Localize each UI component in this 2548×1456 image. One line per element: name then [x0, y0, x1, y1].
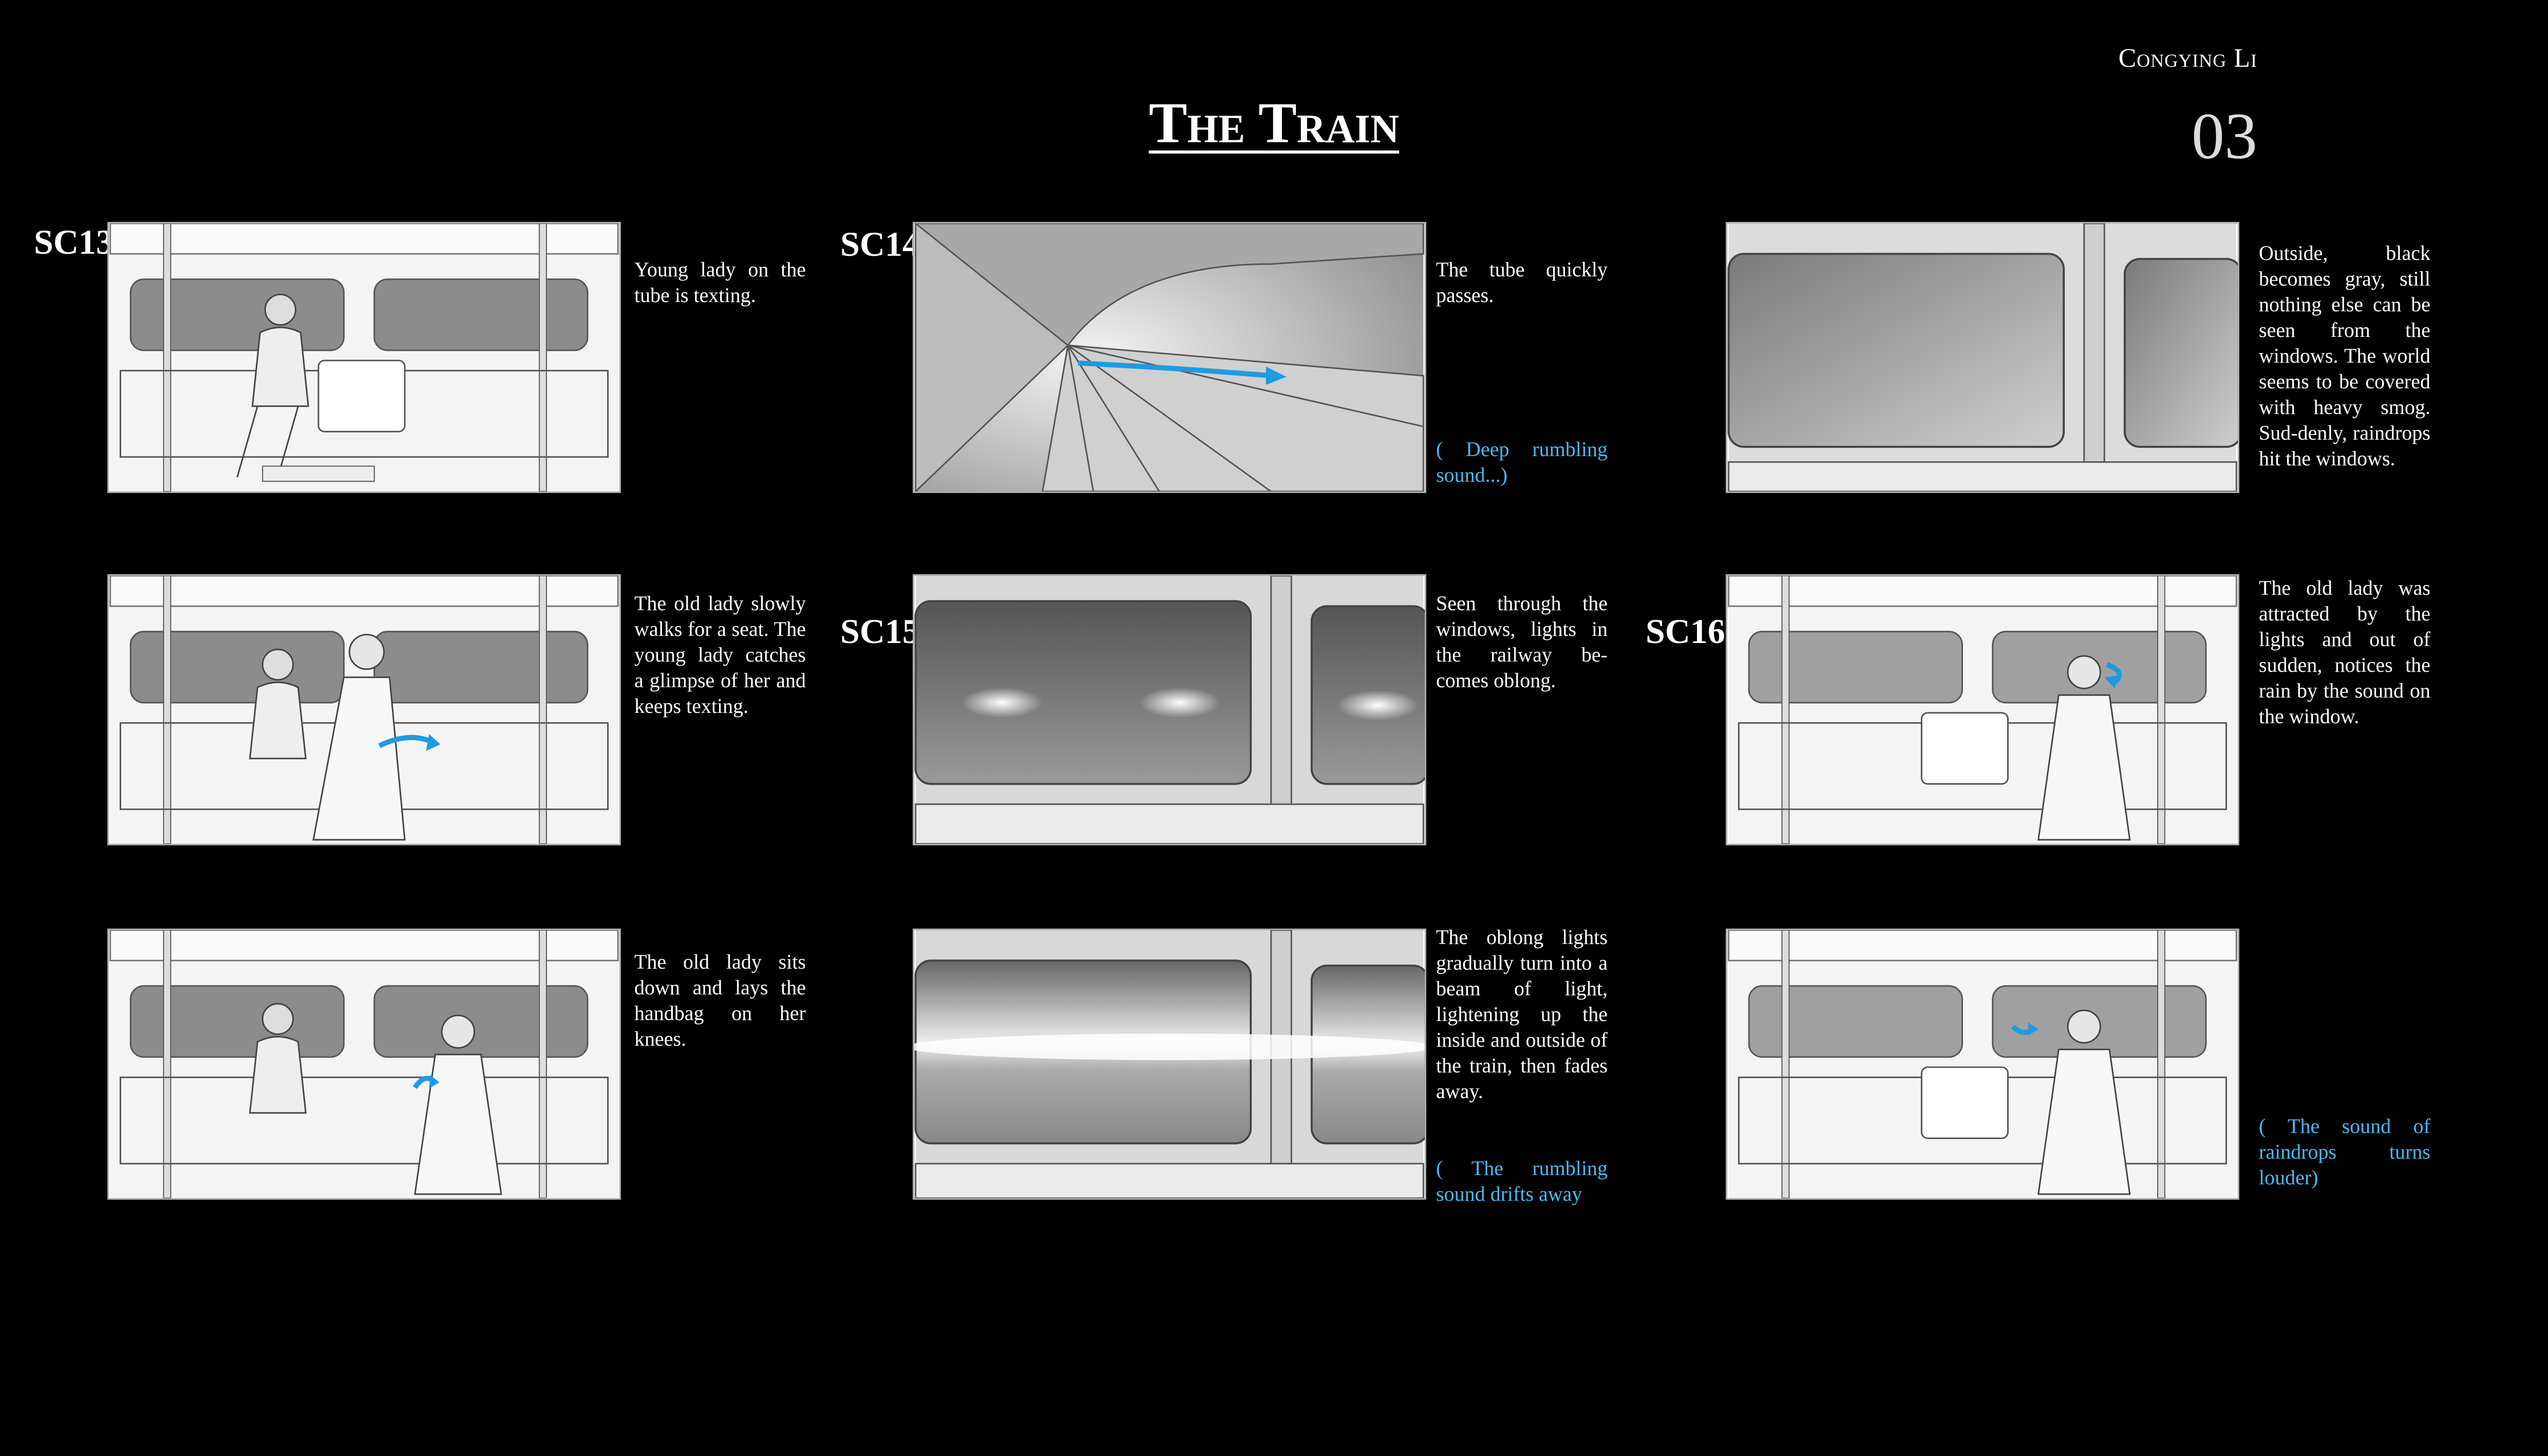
author-name: Congying Li [2118, 44, 2257, 73]
storyboard-panel-8 [1726, 574, 2239, 845]
sound-note-panel-9: ( The sound of raindrops turns louder) [2259, 1114, 2430, 1189]
scene-label-sc13: SC13 [34, 222, 114, 261]
page-number: 03 [2192, 100, 2257, 173]
caption-panel-7: Outside, black becomes gray, still nothi… [2259, 241, 2430, 470]
caption-panel-5: Seen through the windows, lights in the … [1436, 592, 1608, 692]
page-title: The Train [1148, 91, 1400, 155]
storyboard-panel-9 [1726, 929, 2239, 1200]
storyboard-panel-7 [1726, 222, 2239, 493]
caption-panel-1: Young lady on the tube is texting. [634, 258, 806, 307]
foggy-window-sketch [1727, 223, 2238, 491]
train-interior-sketch [1728, 576, 2237, 844]
caption-panel-6: The oblong lights gradually turn into a … [1436, 925, 1608, 1103]
train-interior-sketch [109, 223, 619, 491]
scene-label-sc14: SC14 [840, 224, 920, 263]
storyboard-panel-1 [107, 222, 621, 493]
storyboard-panel-6 [913, 929, 1426, 1200]
sound-note-panel-4: ( Deep rumbling sound...) [1436, 438, 1608, 486]
train-interior-sketch [109, 930, 619, 1198]
scene-label-sc16: SC16 [1646, 612, 1725, 651]
storyboard-panel-5 [913, 574, 1426, 845]
sound-note-panel-6: ( The rumbling sound drifts away [1436, 1157, 1608, 1205]
storyboard-panel-2 [107, 574, 621, 845]
caption-panel-2: The old lady slowly walks for a seat. Th… [634, 592, 806, 717]
train-interior-sketch [1728, 930, 2237, 1198]
caption-panel-8: The old lady was attracted by the lights… [2259, 576, 2430, 728]
scene-label-sc15: SC15 [840, 612, 920, 651]
tunnel-sketch [914, 223, 1424, 491]
light-beam-sketch [914, 930, 1425, 1198]
caption-panel-3: The old lady sits down and lays the hand… [634, 950, 806, 1050]
storyboard-panel-3 [107, 929, 621, 1200]
window-lights-sketch [914, 576, 1425, 844]
storyboard-panel-4 [913, 222, 1426, 493]
train-interior-sketch [109, 576, 619, 844]
caption-panel-4: The tube quickly passes. [1436, 258, 1608, 307]
